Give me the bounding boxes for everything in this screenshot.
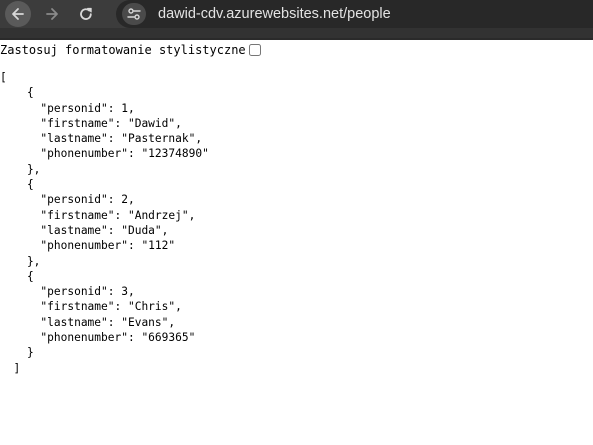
json-line: "personid": 1, bbox=[0, 101, 135, 115]
json-line: "personid": 2, bbox=[0, 193, 135, 207]
json-line: "lastname": "Duda", bbox=[0, 223, 169, 237]
back-button[interactable] bbox=[4, 0, 32, 28]
json-line: ] bbox=[0, 361, 21, 375]
json-line: "lastname": "Pasternak", bbox=[0, 132, 203, 146]
json-line: "phonenumber": "112" bbox=[0, 239, 176, 253]
json-line: "phonenumber": "669365" bbox=[0, 331, 196, 345]
json-line: }, bbox=[0, 162, 41, 176]
json-line: { bbox=[0, 178, 34, 192]
toolbar-divider bbox=[0, 38, 593, 40]
pretty-print-toggle[interactable]: Zastosuj formatowanie stylistyczne bbox=[0, 42, 261, 58]
json-line: { bbox=[0, 269, 34, 283]
bookmarks-strip bbox=[0, 28, 593, 38]
json-line: "phonenumber": "12374890" bbox=[0, 147, 209, 161]
reload-button[interactable] bbox=[72, 0, 100, 28]
url-text[interactable]: dawid-cdv.azurewebsites.net/people bbox=[158, 6, 391, 22]
json-line: "firstname": "Chris", bbox=[0, 300, 182, 314]
forward-button[interactable] bbox=[38, 0, 66, 28]
json-line: [ bbox=[0, 71, 7, 84]
browser-toolbar: dawid-cdv.azurewebsites.net/people bbox=[0, 0, 593, 28]
json-line: "firstname": "Andrzej", bbox=[0, 208, 196, 222]
arrow-right-icon bbox=[46, 8, 58, 20]
json-line: }, bbox=[0, 254, 41, 268]
json-line: "personid": 3, bbox=[0, 285, 135, 299]
reload-icon bbox=[80, 7, 92, 20]
json-line: "lastname": "Evans", bbox=[0, 315, 176, 329]
json-line: "firstname": "Dawid", bbox=[0, 116, 182, 130]
arrow-left-icon bbox=[12, 8, 24, 20]
address-bar[interactable]: dawid-cdv.azurewebsites.net/people bbox=[116, 0, 593, 28]
pretty-print-label: Zastosuj formatowanie stylistyczne bbox=[0, 43, 246, 57]
json-line: } bbox=[0, 346, 34, 360]
back-button-hover bbox=[5, 1, 31, 27]
tune-icon bbox=[127, 8, 141, 20]
json-line: { bbox=[0, 86, 34, 100]
json-response-body: [ { "personid": 1, "firstname": "Dawid",… bbox=[0, 70, 209, 376]
site-info-button[interactable] bbox=[122, 3, 146, 25]
pretty-print-checkbox[interactable] bbox=[248, 44, 261, 56]
